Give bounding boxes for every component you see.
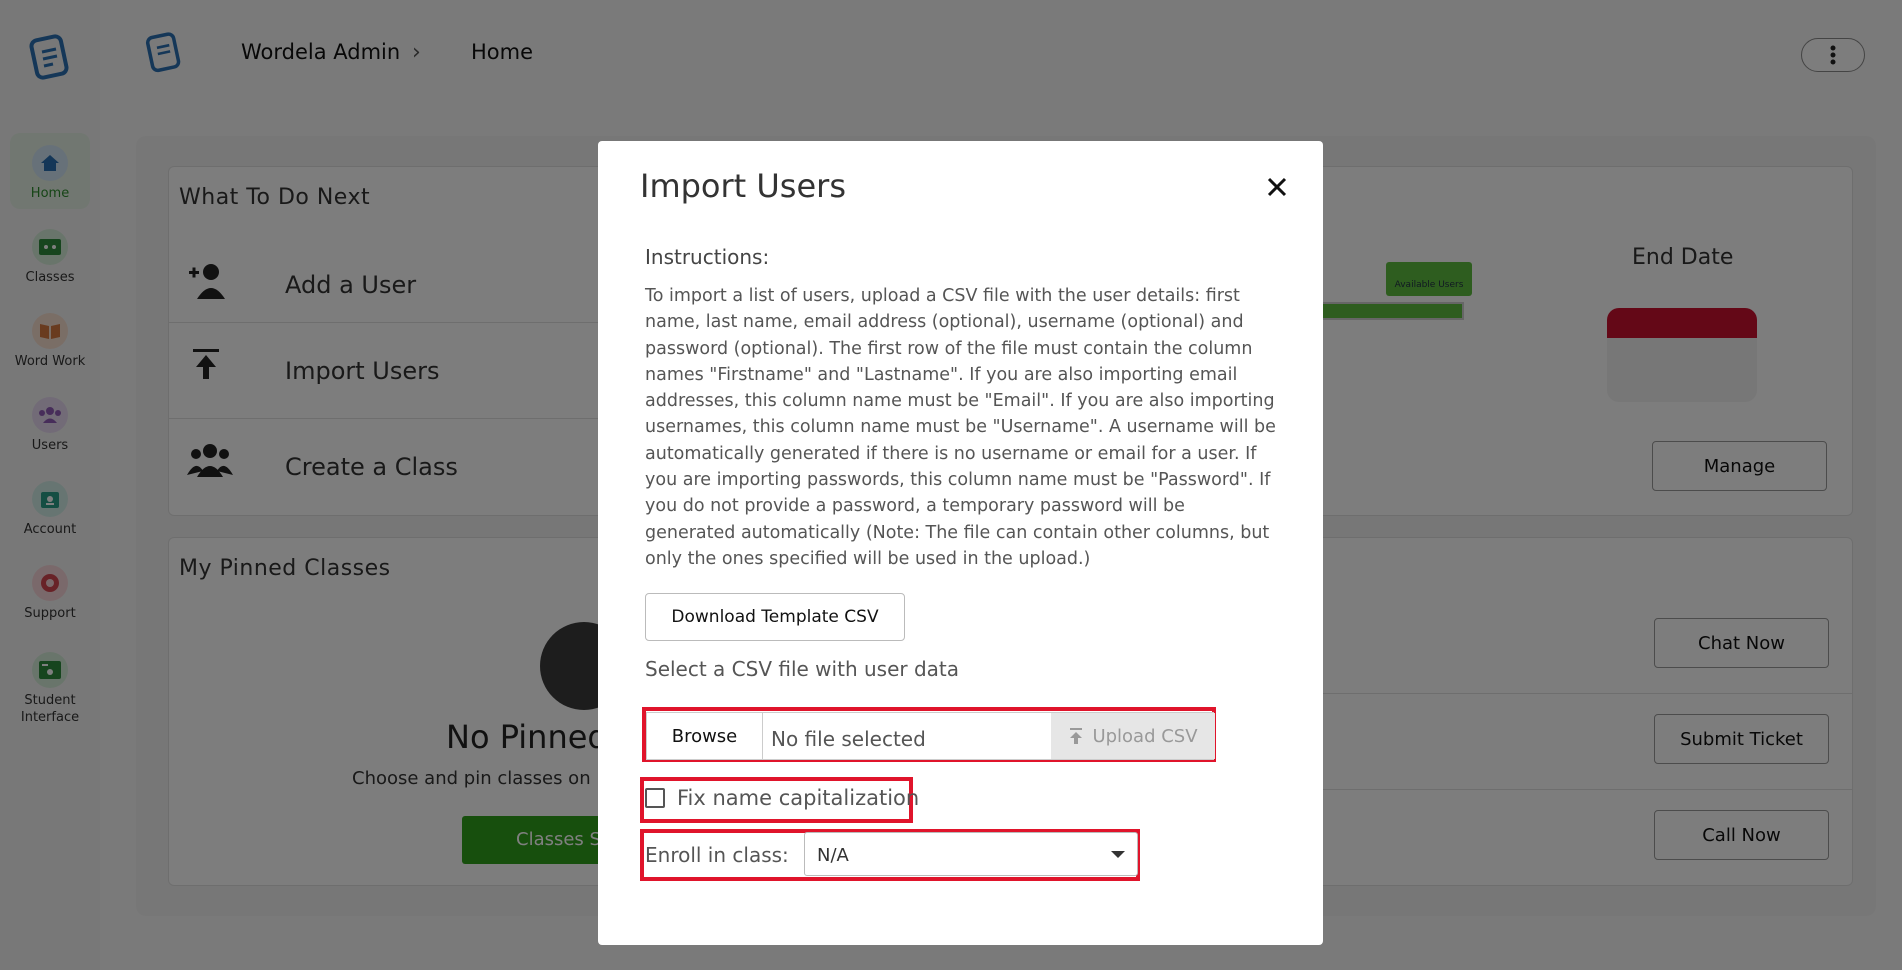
- fix-capitalization-row[interactable]: Fix name capitalization: [645, 786, 919, 810]
- caret-down-icon: [1111, 851, 1125, 858]
- instructions-heading: Instructions:: [645, 245, 770, 269]
- close-icon[interactable]: [1263, 173, 1291, 201]
- select-file-label: Select a CSV file with user data: [645, 657, 960, 681]
- upload-csv-label: Upload CSV: [1092, 725, 1198, 747]
- download-template-button[interactable]: Download Template CSV: [645, 593, 905, 641]
- file-picker: Browse No file selected Upload CSV: [646, 712, 1215, 760]
- modal-title: Import Users: [640, 167, 846, 205]
- enroll-label: Enroll in class:: [645, 843, 789, 867]
- enroll-class-value: N/A: [817, 845, 849, 866]
- browse-button[interactable]: Browse: [647, 713, 763, 759]
- fix-capitalization-label[interactable]: Fix name capitalization: [677, 786, 919, 810]
- instructions-body: To import a list of users, upload a CSV …: [645, 286, 1276, 569]
- fix-capitalization-checkbox[interactable]: [645, 788, 665, 808]
- file-status: No file selected: [771, 727, 926, 751]
- upload-csv-button[interactable]: Upload CSV: [1051, 713, 1215, 759]
- import-users-modal: Import Users Instructions: To import a l…: [598, 141, 1323, 945]
- enroll-class-select[interactable]: N/A: [804, 832, 1138, 876]
- upload-icon: [1070, 728, 1083, 744]
